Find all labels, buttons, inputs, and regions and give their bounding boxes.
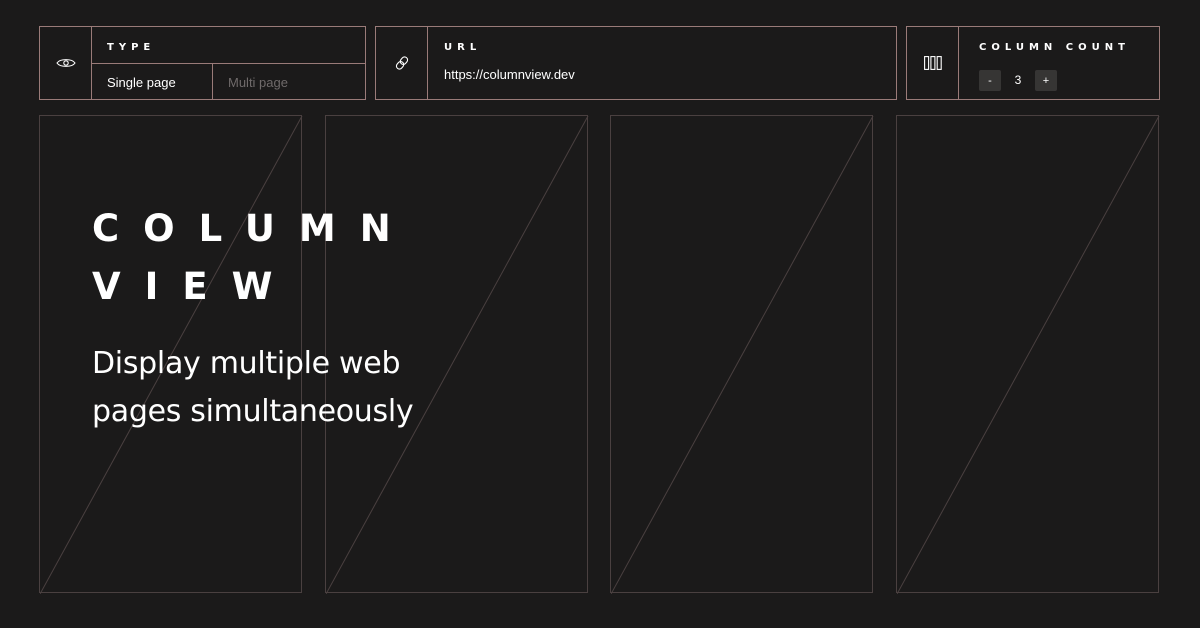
hero-title-line-1: COLUMN [92, 207, 415, 250]
type-option-single-page[interactable]: Single page [92, 64, 213, 100]
hero-subtitle-line-1: Display multiple web [92, 346, 401, 381]
url-input[interactable]: https://columnview.dev [444, 67, 575, 82]
eye-icon [55, 57, 76, 69]
column-count-label: COLUMN COUNT [979, 42, 1130, 53]
hero-title-line-2: VIEW [92, 265, 297, 308]
column-placeholder-3 [610, 115, 874, 594]
hero-subtitle-line-2: pages simultaneously [92, 394, 414, 429]
url-panel: URL https://columnview.dev [375, 26, 897, 100]
type-option-multi-page[interactable]: Multi page [213, 64, 365, 100]
column-diagonal-line [611, 116, 874, 594]
type-icon-cell [40, 27, 92, 99]
increment-button[interactable]: + [1035, 70, 1057, 91]
hero-subtitle: Display multiple web pages simultaneousl… [92, 340, 512, 436]
column-count-panel: COLUMN COUNT - 3 + [906, 26, 1160, 100]
type-label: TYPE [107, 42, 156, 53]
url-icon-cell [376, 27, 428, 99]
link-icon [394, 54, 410, 72]
decrement-button[interactable]: - [979, 70, 1001, 91]
column-diagonal-line [897, 116, 1160, 594]
column-count-value: 3 [1014, 73, 1022, 87]
columns-icon [923, 56, 942, 70]
column-count-icon-cell [907, 27, 959, 99]
url-label: URL [444, 42, 482, 53]
type-panel: TYPE Single page Multi page [39, 26, 366, 100]
column-placeholder-4 [896, 115, 1160, 594]
hero-title: COLUMN VIEW [92, 200, 415, 316]
